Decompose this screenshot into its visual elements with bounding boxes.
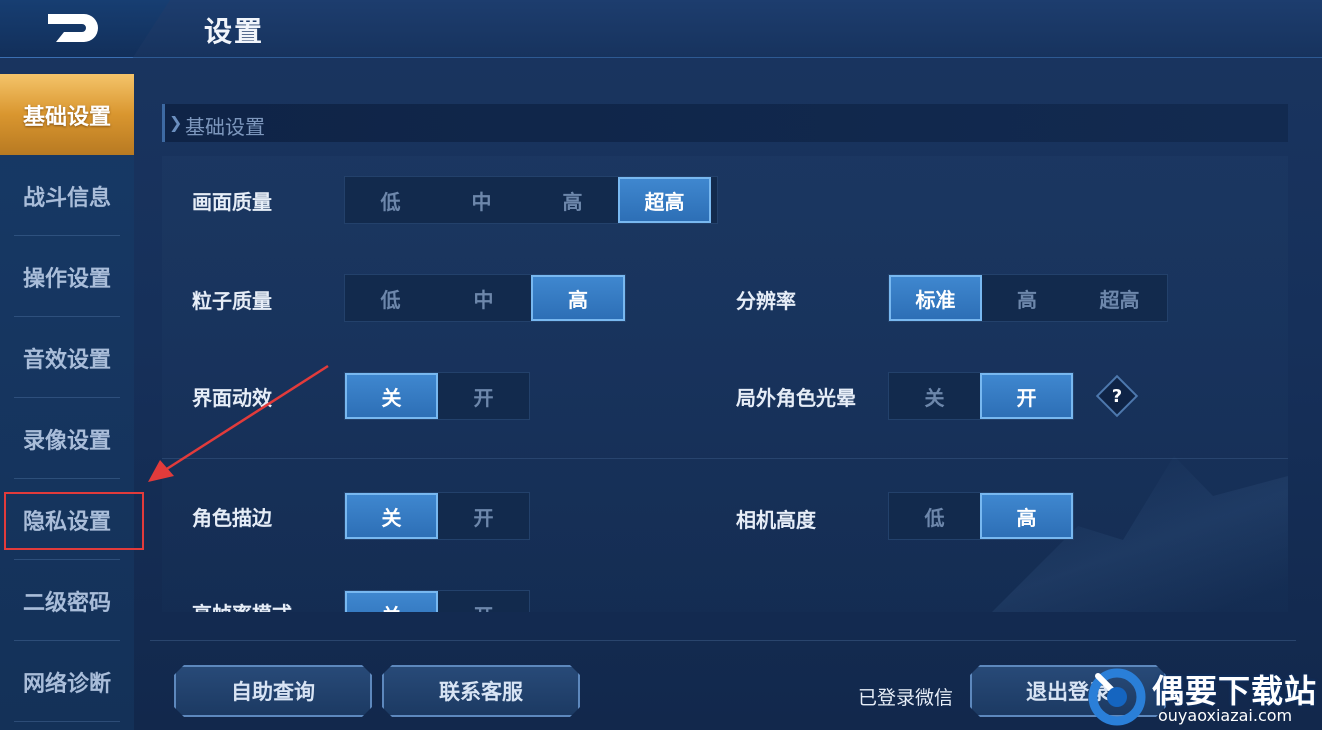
sidebar-item-battle-info[interactable]: 战斗信息 — [0, 155, 134, 236]
character-outline-option-off[interactable]: 关 — [345, 493, 438, 539]
bottom-divider — [150, 640, 1296, 641]
camera-height-option-high[interactable]: 高 — [980, 493, 1073, 539]
back-icon — [48, 14, 98, 42]
resolution-label: 分辨率 — [736, 289, 796, 313]
sidebar-item-replay-settings[interactable]: 录像设置 — [0, 398, 134, 479]
particle-quality-option-high[interactable]: 高 — [531, 275, 625, 321]
sidebar-item-label: 录像设置 — [22, 428, 111, 454]
character-outline-label: 角色描边 — [192, 506, 272, 530]
camera-height-toggle: 低 高 — [888, 492, 1074, 540]
camera-height-label: 相机高度 — [736, 508, 816, 532]
particle-quality-selector: 低 中 高 — [344, 274, 626, 322]
sidebar-item-label: 网络诊断 — [22, 671, 111, 697]
ui-animation-option-off[interactable]: 关 — [345, 373, 438, 419]
sidebar-item-control-settings[interactable]: 操作设置 — [0, 236, 134, 317]
high-fps-option-on[interactable]: 开 — [438, 591, 529, 613]
graphics-quality-option-ultra[interactable]: 超高 — [618, 177, 711, 223]
resolution-option-standard[interactable]: 标准 — [889, 275, 982, 321]
privacy-highlight-box — [4, 492, 144, 550]
annotation-arrow — [148, 364, 329, 482]
particle-quality-option-medium[interactable]: 中 — [436, 275, 531, 321]
back-button[interactable] — [0, 0, 170, 58]
sidebar-item-basic-settings[interactable]: 基础设置 — [0, 74, 134, 155]
outer-glow-option-off[interactable]: 关 — [889, 373, 980, 419]
sidebar-item-label: 战斗信息 — [22, 185, 111, 211]
sidebar: 基础设置 战斗信息 操作设置 音效设置 录像设置 隐私设置 二级密码 网络诊断 — [0, 74, 134, 730]
section-title: 基础设置 — [185, 115, 265, 139]
logged-in-status: 已登录微信 — [858, 687, 954, 709]
particle-quality-option-low[interactable]: 低 — [345, 275, 436, 321]
outer-glow-toggle: 关 开 — [888, 372, 1074, 420]
character-outline-toggle: 关 开 — [344, 492, 530, 540]
chevron-right-icon: ❯ — [169, 113, 183, 132]
sidebar-item-label: 基础设置 — [22, 104, 111, 130]
page-title: 设置 — [204, 15, 265, 48]
particle-quality-label: 粒子质量 — [192, 289, 272, 313]
sidebar-item-sound-settings[interactable]: 音效设置 — [0, 317, 134, 398]
graphics-quality-label: 画面质量 — [192, 190, 272, 214]
high-fps-option-off[interactable]: 关 — [345, 591, 438, 612]
self-service-button[interactable]: 自助查询 — [174, 665, 372, 717]
sidebar-item-secondary-password[interactable]: 二级密码 — [0, 560, 134, 641]
resolution-option-high[interactable]: 高 — [982, 275, 1072, 321]
section-header: ❯ 基础设置 — [162, 104, 1288, 142]
sidebar-item-network-diagnosis[interactable]: 网络诊断 — [0, 641, 134, 722]
sidebar-item-label: 音效设置 — [22, 347, 111, 373]
help-icon[interactable]: ? — [1095, 374, 1139, 418]
resolution-selector: 标准 高 超高 — [888, 274, 1168, 322]
camera-height-option-low[interactable]: 低 — [889, 493, 980, 539]
outer-glow-option-on[interactable]: 开 — [980, 373, 1073, 419]
watermark: 偶要下载站 ouyaoxiazai.com — [1086, 662, 1322, 730]
high-fps-toggle: 关 开 — [344, 590, 530, 612]
ui-animation-toggle: 关 开 — [344, 372, 530, 420]
graphics-quality-selector: 低 中 高 超高 — [344, 176, 718, 224]
resolution-option-ultra[interactable]: 超高 — [1072, 275, 1167, 321]
help-icon-mark: ? — [1111, 385, 1123, 407]
sidebar-item-label: 操作设置 — [22, 266, 111, 292]
graphics-quality-option-medium[interactable]: 中 — [436, 177, 527, 223]
outer-glow-label: 局外角色光晕 — [736, 386, 856, 410]
graphics-quality-option-high[interactable]: 高 — [527, 177, 618, 223]
character-outline-option-on[interactable]: 开 — [438, 493, 529, 539]
ui-animation-option-on[interactable]: 开 — [438, 373, 529, 419]
watermark-subtitle: ouyaoxiazai.com — [1158, 706, 1293, 725]
contact-support-button[interactable]: 联系客服 — [382, 665, 580, 717]
graphics-quality-option-low[interactable]: 低 — [345, 177, 436, 223]
sidebar-item-label: 二级密码 — [22, 590, 111, 616]
high-fps-label: 高帧率模式 — [192, 598, 292, 612]
top-bar: 设置 — [0, 0, 1322, 58]
watermark-logo-icon — [1088, 668, 1146, 726]
